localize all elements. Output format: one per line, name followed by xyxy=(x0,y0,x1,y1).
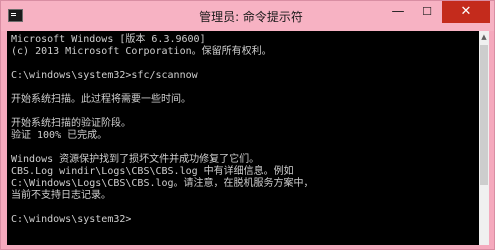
console-line: Microsoft Windows [版本 6.3.9600] xyxy=(11,34,206,45)
console-line: C:\Windows\Logs\CBS\CBS.log。请注意，在脱机服务方案中… xyxy=(11,178,314,189)
console-line: 开始系统扫描的验证阶段。 xyxy=(11,118,131,129)
console-line: C:\windows\system32>sfc/scannow xyxy=(11,70,198,81)
console-text: Microsoft Windows [版本 6.3.9600] (c) 2013… xyxy=(11,34,314,226)
window-title: 管理员: 命令提示符 xyxy=(199,10,303,24)
close-button[interactable]: ✕ xyxy=(442,1,490,23)
scroll-up-arrow-icon[interactable]: ▲ xyxy=(479,31,489,43)
console-line: 开始系统扫描。此过程将需要一些时间。 xyxy=(11,94,191,105)
console-line: 当前不支持日志记录。 xyxy=(11,190,111,201)
cmd-icon[interactable] xyxy=(8,9,23,22)
console-line: Windows 资源保护找到了损坏文件并成功修复了它们。 xyxy=(11,154,260,165)
scroll-thumb[interactable] xyxy=(480,45,488,185)
maximize-button[interactable]: ☐ xyxy=(413,1,441,23)
console-line: C:\windows\system32> xyxy=(11,214,132,225)
vertical-scrollbar[interactable]: ▲ xyxy=(479,31,489,245)
console-line: (c) 2013 Microsoft Corporation。保留所有权利。 xyxy=(11,46,272,57)
console-output[interactable]: Microsoft Windows [版本 6.3.9600] (c) 2013… xyxy=(7,31,479,245)
console-line: CBS.Log windir\Logs\CBS\CBS.log 中有详细信息。例… xyxy=(11,166,294,177)
title-bar[interactable]: 管理员: 命令提示符 — ☐ ✕ xyxy=(1,1,494,31)
cmd-window: 管理员: 命令提示符 — ☐ ✕ Microsoft Windows [版本 6… xyxy=(0,0,495,250)
minimize-button[interactable]: — xyxy=(384,1,412,23)
console-line: 验证 100% 已完成。 xyxy=(11,130,108,141)
